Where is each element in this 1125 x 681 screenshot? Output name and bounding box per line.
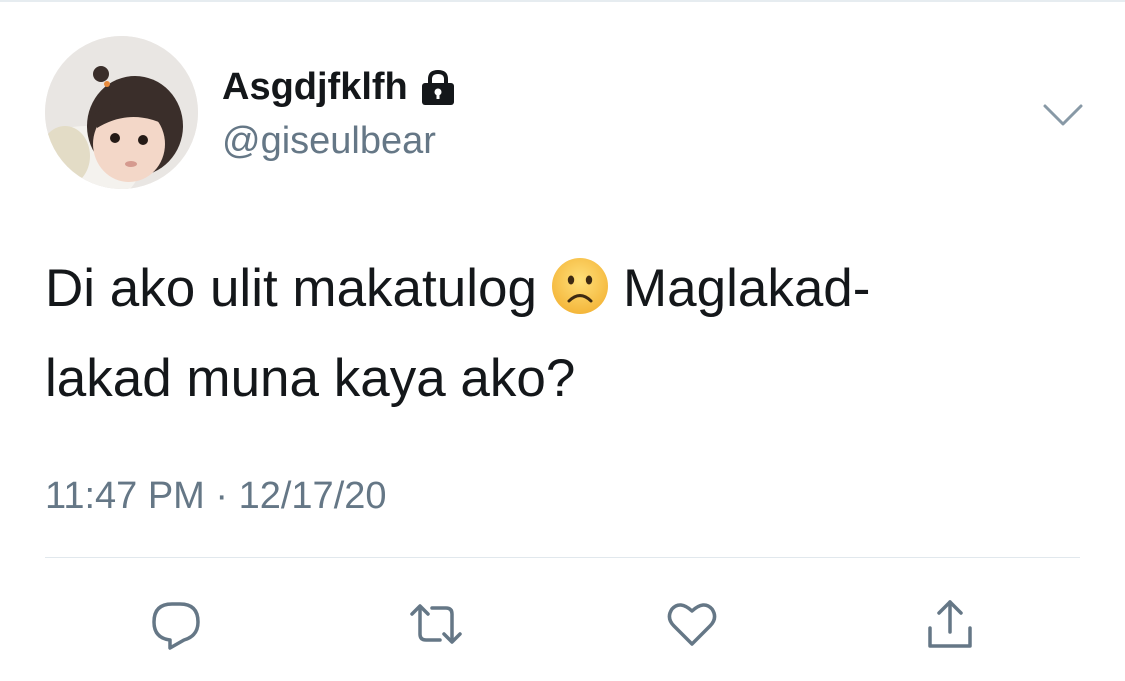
like-button[interactable]	[664, 596, 720, 652]
frowning-face-emoji-icon	[551, 253, 609, 314]
avatar-photo	[45, 36, 198, 189]
heart-icon	[664, 596, 720, 652]
reply-icon	[148, 596, 204, 652]
display-name-text: Asgdjfklfh	[222, 66, 408, 108]
chevron-down-icon[interactable]	[1041, 100, 1085, 130]
user-handle[interactable]: @giseulbear	[222, 118, 436, 164]
lock-icon	[418, 69, 458, 116]
retweet-button[interactable]	[408, 596, 464, 652]
tweet-timestamp[interactable]: 11:47 PM · 12/17/20	[45, 472, 387, 520]
tweet-text: Di ako ulit makatulog Maglakad- lakad mu…	[45, 244, 1085, 424]
tweet-text-part: Maglakad-	[622, 259, 871, 318]
tweet-line-2: lakad muna kaya ako?	[45, 349, 576, 408]
avatar[interactable]	[45, 36, 198, 189]
share-button[interactable]	[922, 596, 978, 652]
tweet-text-part: Di ako ulit makatulog	[45, 259, 537, 318]
display-name[interactable]: Asgdjfklfh	[222, 64, 458, 116]
share-icon	[922, 596, 978, 652]
actions-divider	[45, 557, 1080, 558]
reply-button[interactable]	[148, 596, 204, 652]
top-divider	[0, 0, 1125, 2]
tweet-line-1: Di ako ulit makatulog Maglakad-	[45, 244, 1085, 334]
retweet-icon	[408, 596, 464, 652]
